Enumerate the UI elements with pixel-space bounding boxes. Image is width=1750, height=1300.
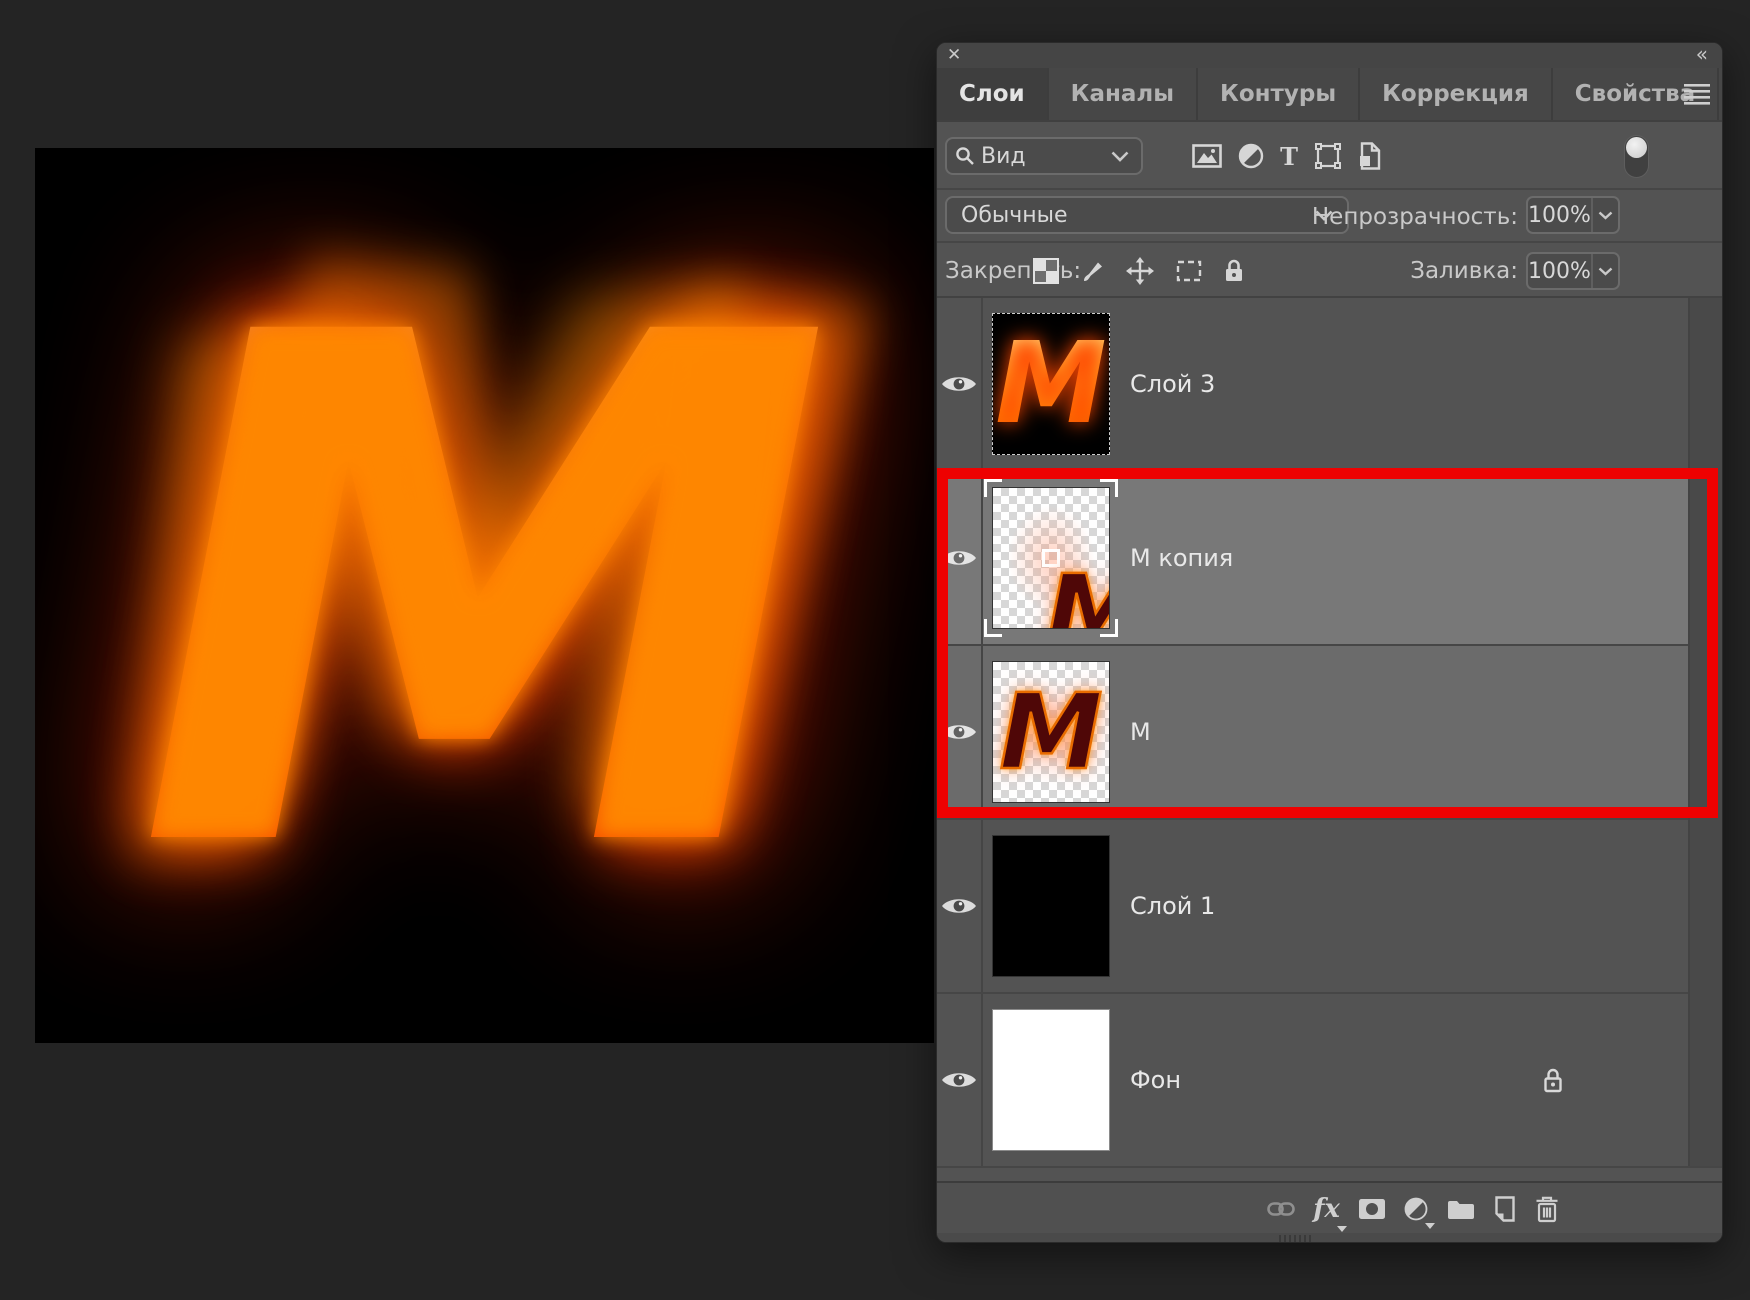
blend-mode-dropdown[interactable]: Обычные <box>945 196 1349 234</box>
lock-position-move-icon[interactable] <box>1126 257 1154 285</box>
blend-row: Обычные Непрозрачность: 100% <box>937 188 1722 241</box>
layer-name[interactable]: Слой 1 <box>1130 892 1215 920</box>
panel-resize-strip <box>937 1233 1722 1243</box>
visibility-toggle[interactable] <box>937 298 983 470</box>
panel-tabbar: Слои Каналы Контуры Коррекция Свойства <box>937 68 1722 120</box>
document-canvas[interactable]: M M M M M M <box>35 148 934 1043</box>
tab-channels[interactable]: Каналы <box>1049 68 1198 120</box>
layers-list: M M Слой 3 М <box>937 296 1722 1166</box>
layer-row-m[interactable]: М М <box>937 646 1722 820</box>
fire-letter-glow: M <box>136 246 833 946</box>
link-layers-icon[interactable] <box>1267 1199 1295 1219</box>
background-lock-icon[interactable] <box>1542 1067 1564 1094</box>
visibility-toggle[interactable] <box>937 994 983 1166</box>
layer-thumbnail-white[interactable] <box>992 1009 1110 1151</box>
search-icon <box>955 146 975 166</box>
layer-styles-fx-icon[interactable]: fx <box>1313 1194 1340 1224</box>
pixel-layer-filter-icon[interactable] <box>1192 143 1222 169</box>
layers-panel: ✕ « Слои Каналы Контуры Коррекция Свойст… <box>936 42 1723 1243</box>
close-icon[interactable]: ✕ <box>947 44 961 67</box>
layer-thumbnail-black[interactable] <box>992 835 1110 977</box>
caret-down-icon <box>1337 1226 1347 1232</box>
tab-paths[interactable]: Контуры <box>1198 68 1360 120</box>
blend-mode-value: Обычные <box>961 203 1068 228</box>
lock-pixels-brush-icon[interactable] <box>1080 258 1106 284</box>
shape-layer-filter-icon[interactable] <box>1314 142 1342 170</box>
filter-kind-value: Вид <box>981 144 1026 169</box>
filter-kind-dropdown[interactable]: Вид <box>945 137 1143 175</box>
layer-row-sloy3[interactable]: M M Слой 3 <box>937 298 1722 472</box>
fill-field[interactable]: 100% <box>1526 252 1620 290</box>
filter-row: Вид T <box>937 120 1722 188</box>
visibility-toggle[interactable] <box>937 472 983 644</box>
scrollbar-gutter[interactable] <box>1688 298 1722 1166</box>
chevron-down-icon <box>1111 151 1129 162</box>
eye-icon <box>940 372 978 396</box>
smart-object-filter-icon[interactable] <box>1358 142 1382 170</box>
panel-header: ✕ « <box>937 43 1722 68</box>
layer-name[interactable]: Фон <box>1130 1066 1181 1094</box>
fill-value[interactable]: 100% <box>1528 254 1591 288</box>
toggle-knob <box>1626 137 1647 158</box>
photoshop-workspace: M M M M M M ✕ « Слои Каналы Контуры Корр… <box>0 0 1750 1300</box>
layer-row-background[interactable]: Фон <box>937 994 1722 1168</box>
lock-transparency-icon[interactable] <box>1033 258 1059 284</box>
opacity-field[interactable]: 100% <box>1526 196 1620 234</box>
lock-row: Закрепить: <box>937 241 1722 296</box>
layer-name[interactable]: М копия <box>1130 544 1233 572</box>
new-group-folder-icon[interactable] <box>1447 1198 1475 1220</box>
fill-label: Заливка: <box>1410 258 1518 284</box>
chevron-down-icon[interactable] <box>1591 198 1618 232</box>
filtering-toggle[interactable] <box>1624 135 1649 178</box>
opacity-label: Непрозрачность: <box>1312 204 1518 230</box>
layer-thumbnail-letter[interactable]: М <box>992 487 1110 629</box>
tab-layers[interactable]: Слои <box>937 68 1049 120</box>
opacity-value[interactable]: 100% <box>1528 198 1591 232</box>
panel-menu-icon[interactable] <box>1684 83 1710 105</box>
new-adjustment-layer-icon[interactable] <box>1404 1197 1428 1221</box>
tab-adjustments[interactable]: Коррекция <box>1360 68 1553 120</box>
eye-icon <box>940 720 978 744</box>
layer-thumbnail-letter[interactable]: М <box>992 661 1110 803</box>
active-thumb-bracket <box>984 619 1002 637</box>
eye-icon <box>940 1068 978 1092</box>
layer-row-sloy1[interactable]: Слой 1 <box>937 820 1722 994</box>
active-thumb-bracket <box>984 479 1002 497</box>
delete-layer-trash-icon[interactable] <box>1535 1196 1559 1223</box>
visibility-toggle[interactable] <box>937 646 983 818</box>
layer-name[interactable]: М <box>1130 718 1151 746</box>
layer-thumbnail-fire[interactable]: M M <box>992 313 1110 455</box>
layer-row-m-copy[interactable]: М М копия <box>937 472 1722 646</box>
lock-all-icon[interactable] <box>1223 258 1245 284</box>
add-layer-mask-icon[interactable] <box>1358 1198 1386 1220</box>
eye-icon <box>940 546 978 570</box>
type-layer-filter-icon[interactable]: T <box>1280 142 1298 171</box>
collapse-panel-icon[interactable]: « <box>1696 43 1706 66</box>
visibility-toggle[interactable] <box>937 820 983 992</box>
new-layer-icon[interactable] <box>1493 1196 1517 1222</box>
adjustment-layer-filter-icon[interactable] <box>1238 143 1264 169</box>
caret-down-icon <box>1425 1223 1435 1229</box>
resize-grip[interactable] <box>1279 1235 1311 1242</box>
chevron-down-icon[interactable] <box>1591 254 1618 288</box>
layer-name[interactable]: Слой 3 <box>1130 370 1215 398</box>
active-thumb-bracket <box>1100 479 1118 497</box>
lock-artboard-icon[interactable] <box>1175 259 1203 283</box>
panel-bottom-toolbar: fx <box>937 1181 1722 1233</box>
eye-icon <box>940 894 978 918</box>
fire-letter-artwork: M M M M M M <box>35 148 934 1043</box>
